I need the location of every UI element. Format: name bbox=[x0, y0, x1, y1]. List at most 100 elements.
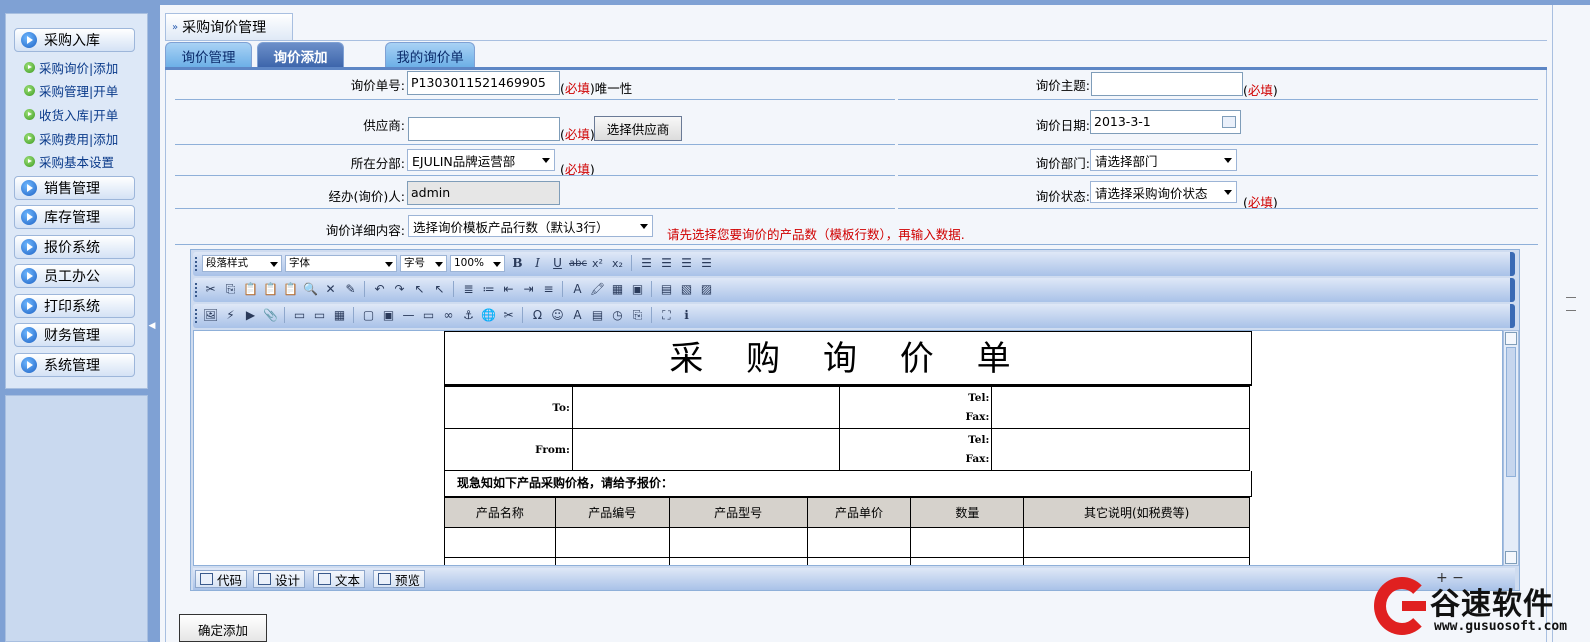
cut-icon[interactable]: ✂ bbox=[202, 281, 219, 298]
zoom-select[interactable]: 100% bbox=[450, 255, 505, 272]
italic-icon[interactable]: I bbox=[529, 255, 546, 272]
menu-print[interactable]: 打印系统 bbox=[14, 294, 135, 318]
indent-icon[interactable]: ⇥ bbox=[520, 281, 537, 298]
from-cell[interactable] bbox=[571, 428, 840, 471]
subitem-purchase-manage[interactable]: 采购管理|开单 bbox=[24, 81, 118, 99]
confirm-add-button[interactable]: 确定添加 bbox=[179, 614, 267, 642]
to-cell[interactable] bbox=[571, 386, 840, 429]
to-tel-cell[interactable] bbox=[991, 386, 1250, 429]
redo-icon[interactable]: ↷ bbox=[391, 281, 408, 298]
date-field[interactable]: 2013-3-1 bbox=[1090, 110, 1241, 134]
clean-format-icon[interactable]: ✎ bbox=[342, 281, 359, 298]
table-cell[interactable] bbox=[910, 527, 1025, 558]
strikethrough-icon[interactable]: abc bbox=[569, 255, 587, 272]
special-char-icon[interactable]: Ω bbox=[529, 307, 546, 324]
align-right-icon[interactable]: ☰ bbox=[678, 255, 695, 272]
choose-supplier-button[interactable]: 选择供应商 bbox=[594, 116, 682, 141]
subitem-purchase-fees[interactable]: 采购费用|添加 bbox=[24, 129, 118, 147]
from-tel-cell[interactable] bbox=[991, 428, 1250, 471]
branch-select[interactable]: EJULIN品牌运营部 bbox=[407, 149, 555, 171]
insert-page-icon[interactable]: ⎘ bbox=[629, 307, 646, 324]
table-cell[interactable] bbox=[1023, 557, 1250, 565]
superscript-icon[interactable]: x² bbox=[589, 255, 606, 272]
insert-table-icon[interactable]: ▦ bbox=[331, 307, 348, 324]
subitem-receipt[interactable]: 收货入库|开单 bbox=[24, 105, 118, 123]
table-cell[interactable] bbox=[1023, 527, 1250, 558]
editor-content-area[interactable]: 采 购 询 价 单 To: Tel: Fax: From: Tel: Fax: bbox=[193, 330, 1503, 566]
insert-textarea-icon[interactable]: ▣ bbox=[380, 307, 397, 324]
table-cell[interactable] bbox=[910, 557, 1025, 565]
table-cell[interactable] bbox=[444, 557, 556, 565]
menu-inventory[interactable]: 库存管理 bbox=[14, 205, 135, 229]
line-spacing-icon[interactable]: ≡ bbox=[540, 281, 557, 298]
link-icon[interactable]: ∞ bbox=[440, 307, 457, 324]
dept-select[interactable]: 请选择部门 bbox=[1090, 149, 1237, 171]
fullscreen-icon[interactable]: ⛶ bbox=[658, 307, 675, 324]
anchor-icon[interactable]: ⚓ bbox=[460, 307, 477, 324]
layer-icon[interactable]: ▧ bbox=[678, 281, 695, 298]
insert-media-icon[interactable]: ▶ bbox=[242, 307, 259, 324]
table-cell[interactable] bbox=[806, 557, 912, 565]
scroll-down-icon[interactable] bbox=[1505, 551, 1517, 564]
insert-flash-icon[interactable]: ⚡ bbox=[222, 307, 239, 324]
table-cell[interactable] bbox=[806, 527, 912, 558]
insert-button-icon[interactable]: ▭ bbox=[420, 307, 437, 324]
insert-image-icon[interactable]: 🖼 bbox=[202, 307, 219, 324]
text-color-icon[interactable]: A bbox=[569, 281, 586, 298]
time-icon[interactable]: ◷ bbox=[609, 307, 626, 324]
font-select[interactable]: 字体 bbox=[285, 255, 397, 272]
paste-icon[interactable]: 📋 bbox=[242, 281, 259, 298]
bold-icon[interactable]: B bbox=[509, 255, 526, 272]
template-icon[interactable]: ▤ bbox=[658, 281, 675, 298]
insert-form-icon[interactable]: ▭ bbox=[291, 307, 308, 324]
subscript-icon[interactable]: x₂ bbox=[609, 255, 626, 272]
paste-text-icon[interactable]: 📋 bbox=[262, 281, 279, 298]
find-icon[interactable]: 🔍 bbox=[302, 281, 319, 298]
tab-inquiry-add[interactable]: 询价添加 bbox=[257, 42, 344, 68]
align-left-icon[interactable]: ☰ bbox=[638, 255, 655, 272]
scroll-up-icon[interactable] bbox=[1505, 332, 1517, 345]
inquiry-no-field[interactable]: P1303011521469905 bbox=[407, 71, 560, 95]
highlight-icon[interactable]: 🖍 bbox=[589, 281, 606, 298]
copy-icon[interactable]: ⎘ bbox=[222, 281, 239, 298]
mode-design-button[interactable]: 设计 bbox=[253, 570, 306, 588]
mode-code-button[interactable]: 代码 bbox=[195, 570, 248, 588]
tab-inquiry-manage[interactable]: 询价管理 bbox=[165, 42, 252, 68]
select-all-icon[interactable]: ↖ bbox=[431, 281, 448, 298]
emoticon-icon[interactable]: ☺ bbox=[549, 307, 566, 324]
menu-sales[interactable]: 销售管理 bbox=[14, 176, 135, 200]
unordered-list-icon[interactable]: ≔ bbox=[480, 281, 497, 298]
menu-purchase-inbound[interactable]: 采购入库 bbox=[14, 28, 135, 52]
undo-icon[interactable]: ↶ bbox=[371, 281, 388, 298]
table-cell[interactable] bbox=[668, 527, 808, 558]
mode-preview-button[interactable]: 预览 bbox=[373, 570, 426, 588]
horizontal-rule-icon[interactable]: — bbox=[400, 307, 417, 324]
select-icon[interactable]: ↖ bbox=[411, 281, 428, 298]
underline-icon[interactable]: U bbox=[549, 255, 566, 272]
menu-system[interactable]: 系统管理 bbox=[14, 353, 135, 377]
mode-text-button[interactable]: 文本 bbox=[313, 570, 366, 588]
insert-textbox-icon[interactable]: ▢ bbox=[360, 307, 377, 324]
subitem-purchase-inquiry-add[interactable]: 采购询价|添加 bbox=[24, 58, 118, 76]
font-size-select[interactable]: 字号 bbox=[400, 255, 447, 272]
table-cell[interactable] bbox=[668, 557, 808, 565]
date-icon[interactable]: ▤ bbox=[589, 307, 606, 324]
image-props-icon[interactable]: ▣ bbox=[629, 281, 646, 298]
insert-frame-icon[interactable]: ▭ bbox=[311, 307, 328, 324]
subject-field[interactable] bbox=[1091, 72, 1243, 96]
layer-front-icon[interactable]: ▨ bbox=[698, 281, 715, 298]
ordered-list-icon[interactable]: ≣ bbox=[460, 281, 477, 298]
attachment-icon[interactable]: 📎 bbox=[262, 307, 279, 324]
outdent-icon[interactable]: ⇤ bbox=[500, 281, 517, 298]
table-cell[interactable] bbox=[554, 527, 670, 558]
detail-template-select[interactable]: 选择询价模板产品行数（默认3行） bbox=[408, 215, 653, 237]
about-icon[interactable]: ℹ bbox=[678, 307, 695, 324]
menu-finance[interactable]: 财务管理 bbox=[14, 323, 135, 347]
sidebar-collapse-icon[interactable]: ◀ bbox=[148, 315, 156, 337]
align-justify-icon[interactable]: ☰ bbox=[698, 255, 715, 272]
table-cell[interactable] bbox=[444, 527, 556, 558]
scroll-thumb[interactable] bbox=[1506, 347, 1516, 477]
status-select[interactable]: 请选择采购询价状态 bbox=[1090, 181, 1237, 203]
align-center-icon[interactable]: ☰ bbox=[658, 255, 675, 272]
supplier-field[interactable] bbox=[408, 117, 560, 141]
